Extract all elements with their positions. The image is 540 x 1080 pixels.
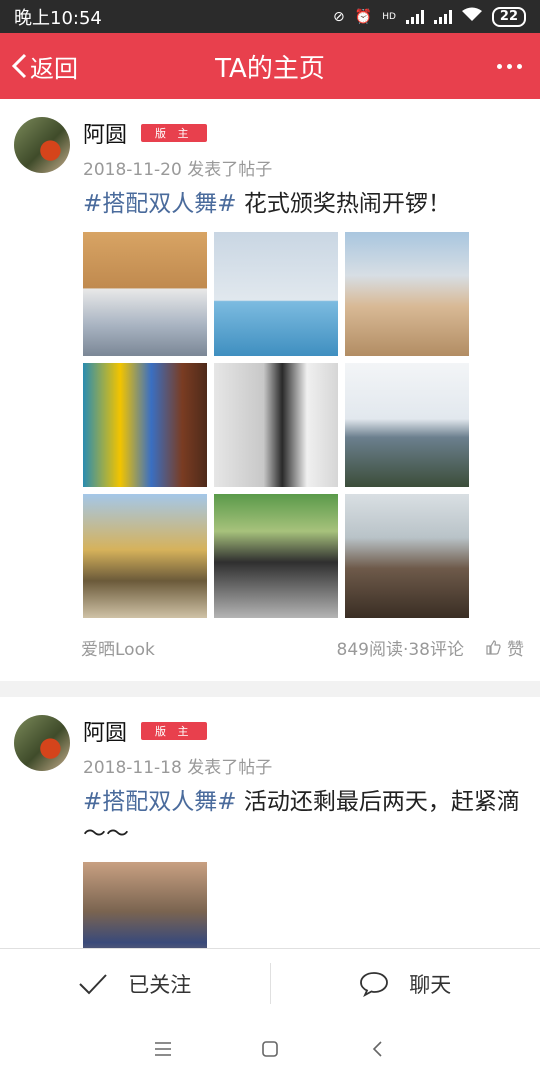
topic-tag[interactable]: #搭配双人舞# [83, 191, 237, 217]
photo-grid [83, 862, 540, 948]
post-feed[interactable]: 阿圆 版 主 2018-11-20 发表了帖子 #搭配双人舞# 花式颁奖热闹开锣… [0, 99, 540, 948]
chevron-left-icon [11, 53, 27, 79]
more-dot [497, 63, 502, 69]
battery-level: 22 [491, 6, 526, 27]
post-footer: 爱晒Look 849阅读·38评论 赞 [81, 621, 524, 673]
post-text[interactable]: #搭配双人舞# 花式颁奖热闹开锣！ [83, 188, 522, 220]
status-bar: 晚上10:54 ⊘ ⏰ HD 22 [0, 0, 540, 33]
author-row: 阿圆 版 主 [83, 713, 540, 749]
post-card[interactable]: 阿圆 版 主 2018-11-18 发表了帖子 #搭配双人舞# 活动还剩最后两天… [0, 697, 540, 948]
post-photo[interactable] [214, 232, 338, 356]
like-button[interactable]: 赞 [486, 635, 524, 660]
post-photo[interactable] [83, 363, 207, 487]
post-photo[interactable] [345, 232, 469, 356]
post-stats-group: 849阅读·38评论 赞 [337, 635, 524, 660]
nav-bar: 返回 TA的主页 [0, 33, 540, 99]
post-photo[interactable] [345, 363, 469, 487]
topic-tag[interactable]: #搭配双人舞# [83, 789, 237, 815]
post-photo[interactable] [214, 494, 338, 618]
photo-grid [83, 232, 540, 618]
author-row: 阿圆 版 主 [83, 115, 540, 151]
post-stats: 849阅读·38评论 [336, 639, 464, 660]
post-divider [0, 681, 540, 697]
post-meta: 2018-11-20 发表了帖子 [83, 160, 273, 180]
system-back-button[interactable] [357, 1029, 397, 1069]
like-label: 赞 [507, 639, 524, 660]
post-meta: 2018-11-18 发表了帖子 [83, 758, 273, 778]
follow-button[interactable]: 已关注 [0, 949, 270, 1018]
back-label: 返回 [30, 54, 78, 83]
avatar[interactable] [14, 715, 70, 771]
post-photo[interactable] [214, 363, 338, 487]
thumbs-up-icon [486, 639, 501, 655]
post-photo[interactable] [83, 494, 207, 618]
author-name[interactable]: 阿圆 [83, 117, 127, 149]
moderator-badge: 版 主 [141, 722, 207, 740]
status-icons: ⊘ ⏰ HD 22 [333, 6, 526, 27]
signal-2-icon [433, 9, 452, 24]
page-title: TA的主页 [215, 53, 325, 84]
post-photo[interactable] [83, 862, 207, 948]
home-button[interactable] [250, 1029, 290, 1069]
post-text[interactable]: #搭配双人舞# 活动还剩最后两天，赶紧滴～～ [83, 786, 522, 850]
author-name[interactable]: 阿圆 [83, 715, 127, 747]
status-time: 晚上10:54 [14, 7, 102, 29]
dnd-icon: ⊘ [333, 8, 345, 25]
alarm-icon: ⏰ [354, 8, 373, 25]
post-photo[interactable] [345, 494, 469, 618]
post-photo[interactable] [83, 232, 207, 356]
checkmark-icon [79, 973, 107, 994]
more-dot [507, 63, 512, 69]
chat-button[interactable]: 聊天 [271, 949, 540, 1018]
chat-bubble-icon [360, 971, 389, 997]
moderator-badge: 版 主 [141, 124, 207, 142]
post-card[interactable]: 阿圆 版 主 2018-11-20 发表了帖子 #搭配双人舞# 花式颁奖热闹开锣… [0, 99, 540, 697]
chat-label: 聊天 [409, 972, 452, 997]
network-label: HD [382, 11, 396, 22]
action-bar: 已关注 聊天 [0, 948, 540, 1018]
menu-button[interactable] [143, 1029, 183, 1069]
post-body: 花式颁奖热闹开锣！ [236, 191, 451, 217]
menu-icon [155, 1042, 172, 1056]
home-square-icon [262, 1041, 278, 1057]
follow-label: 已关注 [128, 972, 192, 997]
chevron-left-icon [372, 1041, 382, 1057]
avatar[interactable] [14, 117, 70, 173]
more-dot [517, 63, 522, 69]
back-button[interactable]: 返回 [10, 33, 78, 99]
more-button[interactable] [497, 33, 522, 99]
wifi-icon [461, 7, 482, 26]
system-nav-bar [0, 1018, 540, 1080]
signal-icon [405, 9, 424, 24]
post-source[interactable]: 爱晒Look [81, 635, 155, 660]
